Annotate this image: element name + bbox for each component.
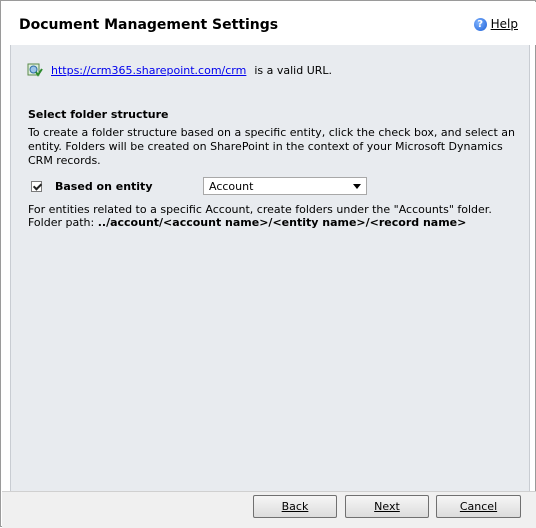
- section-description: To create a folder structure based on a …: [28, 126, 515, 167]
- dialog-title: Document Management Settings: [19, 17, 279, 33]
- entity-select-value: Account: [209, 179, 254, 193]
- entity-select[interactable]: Account: [203, 177, 367, 195]
- globe-check-icon: [27, 63, 43, 77]
- back-button[interactable]: Back: [253, 495, 337, 518]
- help-link[interactable]: ? Help: [473, 17, 518, 31]
- folder-path-value: ../account/<account name>/<entity name>/…: [97, 216, 467, 229]
- help-icon[interactable]: ?: [473, 17, 487, 31]
- url-status-text: is a valid URL.: [254, 63, 333, 77]
- dialog-header: Document Management Settings ? Help: [2, 2, 536, 45]
- based-on-entity-row: Based on entity: [31, 180, 153, 193]
- folder-info-text: For entities related to a specific Accou…: [28, 203, 492, 216]
- dialog-window: Document Management Settings ? Help http…: [0, 0, 536, 528]
- help-label[interactable]: Help: [491, 17, 518, 31]
- folder-path-line: Folder path: ../account/<account name>/<…: [28, 216, 466, 229]
- next-button[interactable]: Next: [345, 495, 429, 518]
- chevron-down-icon[interactable]: [353, 183, 361, 189]
- folder-path-label: Folder path:: [28, 216, 95, 229]
- url-status-row: https://crm365.sharepoint.com/crm is a v…: [27, 63, 332, 77]
- dialog-footer: Back Next Cancel: [2, 491, 536, 528]
- cancel-button[interactable]: Cancel: [436, 495, 521, 518]
- based-on-entity-checkbox[interactable]: [31, 181, 42, 192]
- settings-panel: https://crm365.sharepoint.com/crm is a v…: [10, 45, 530, 491]
- based-on-entity-label[interactable]: Based on entity: [55, 180, 153, 193]
- section-heading: Select folder structure: [28, 108, 169, 121]
- sharepoint-url-link[interactable]: https://crm365.sharepoint.com/crm: [51, 64, 246, 77]
